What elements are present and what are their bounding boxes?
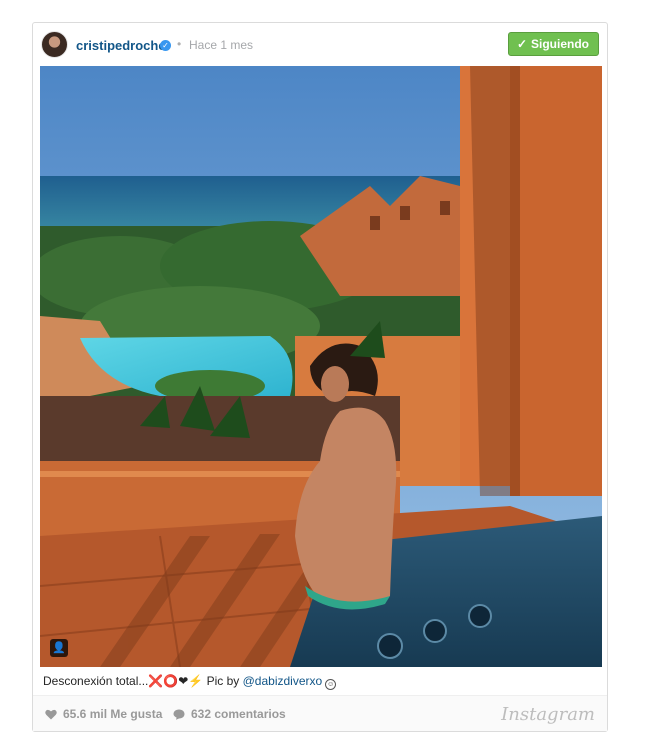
following-button-label: Siguiendo	[531, 37, 589, 51]
username-link[interactable]: cristipedroche	[76, 38, 166, 53]
instagram-post-card: cristipedroche ✓ • Hace 1 mes ✓ Siguiend…	[32, 22, 608, 732]
smile-emoji-icon: ☺	[325, 679, 337, 690]
likes-count[interactable]: 65.6 mil Me gusta	[45, 707, 162, 721]
user-tag-icon[interactable]: 👤	[50, 639, 68, 657]
avatar[interactable]	[41, 31, 68, 58]
comments-label: 632 comentarios	[191, 707, 286, 721]
post-footer: 65.6 mil Me gusta 632 comentarios Instag…	[33, 695, 607, 731]
post-timestamp[interactable]: Hace 1 mes	[189, 38, 253, 52]
instagram-logo[interactable]: Instagram	[501, 704, 595, 725]
check-icon: ✓	[516, 37, 527, 51]
post-photo[interactable]: 👤	[40, 66, 602, 667]
post-caption: Desconexión total...❌⭕❤⚡ Pic by @dabizdi…	[43, 674, 337, 690]
following-button[interactable]: ✓ Siguiendo	[507, 32, 599, 56]
photo-image	[40, 66, 602, 667]
caption-mention-link[interactable]: @dabizdiverxo	[243, 674, 323, 688]
caption-text: Desconexión total...❌⭕❤⚡ Pic by	[43, 674, 243, 688]
likes-label: 65.6 mil Me gusta	[63, 707, 163, 721]
comment-bubble-icon	[173, 709, 185, 720]
separator-dot: •	[177, 37, 182, 51]
comments-count[interactable]: 632 comentarios	[173, 707, 286, 721]
post-header: cristipedroche ✓ • Hace 1 mes ✓ Siguiend…	[33, 23, 607, 67]
heart-icon	[45, 709, 57, 719]
verified-badge-icon: ✓	[160, 40, 171, 51]
